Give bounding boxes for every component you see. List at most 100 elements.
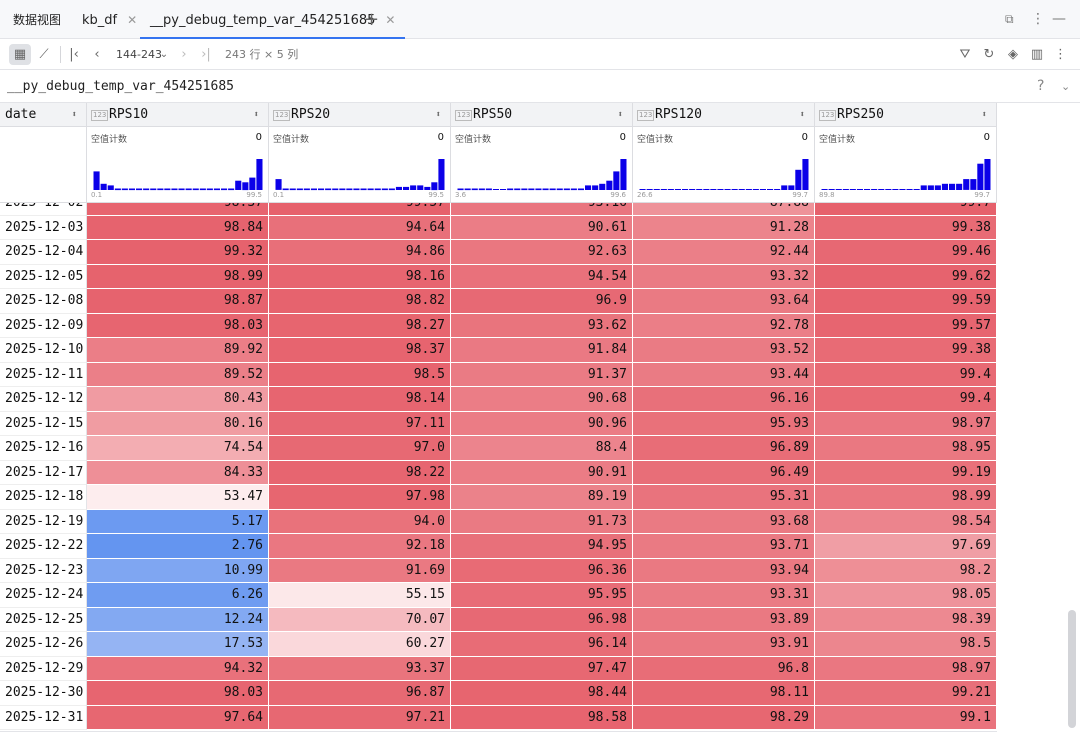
value-cell-rps20[interactable]: 98.16 <box>269 264 451 289</box>
sort-icon[interactable]: ⬍ <box>72 103 77 127</box>
date-cell[interactable]: 2025-12-18 <box>0 485 87 510</box>
value-cell-rps50[interactable]: 90.61 <box>451 215 633 240</box>
value-cell-rps120[interactable]: 93.89 <box>633 607 815 632</box>
value-cell-rps120[interactable]: 95.31 <box>633 485 815 510</box>
value-cell-rps20[interactable]: 98.37 <box>269 338 451 363</box>
value-cell-rps20[interactable]: 70.07 <box>269 607 451 632</box>
value-cell-rps50[interactable]: 91.37 <box>451 362 633 387</box>
value-cell-rps120[interactable]: 93.44 <box>633 362 815 387</box>
value-cell-rps50[interactable]: 90.68 <box>451 387 633 412</box>
value-cell-rps250[interactable]: 98.05 <box>815 583 997 608</box>
value-cell-rps250[interactable]: 98.5 <box>815 632 997 657</box>
value-cell-rps10[interactable]: 94.32 <box>87 656 269 681</box>
sort-icon[interactable]: ⬍ <box>618 103 623 127</box>
close-icon[interactable]: ✕ <box>385 0 395 40</box>
value-cell-rps250[interactable]: 99.4 <box>815 362 997 387</box>
sort-icon[interactable]: ⬍ <box>254 103 259 127</box>
value-cell-rps50[interactable]: 89.19 <box>451 485 633 510</box>
date-cell[interactable]: 2025-12-30 <box>0 681 87 706</box>
date-cell[interactable]: 2025-12-09 <box>0 313 87 338</box>
value-cell-rps20[interactable]: 94.0 <box>269 509 451 534</box>
value-cell-rps250[interactable]: 99.57 <box>815 313 997 338</box>
next-page-icon[interactable]: › <box>177 39 191 70</box>
prev-page-icon[interactable]: ‹ <box>90 39 104 70</box>
vertical-scrollbar[interactable] <box>1068 610 1076 728</box>
value-cell-rps120[interactable]: 93.31 <box>633 583 815 608</box>
value-cell-rps50[interactable]: 94.54 <box>451 264 633 289</box>
value-cell-rps20[interactable]: 55.15 <box>269 583 451 608</box>
value-cell-rps20[interactable]: 97.98 <box>269 485 451 510</box>
value-cell-rps20[interactable]: 98.27 <box>269 313 451 338</box>
value-cell-rps250[interactable]: 98.95 <box>815 436 997 461</box>
value-cell-rps10[interactable]: 84.33 <box>87 460 269 485</box>
date-cell[interactable]: 2025-12-04 <box>0 240 87 265</box>
date-cell[interactable]: 2025-12-29 <box>0 656 87 681</box>
value-cell-rps120[interactable]: 96.89 <box>633 436 815 461</box>
value-cell-rps10[interactable]: 80.16 <box>87 411 269 436</box>
date-cell[interactable]: 2025-12-23 <box>0 558 87 583</box>
value-cell-rps250[interactable]: 99.59 <box>815 289 997 314</box>
value-cell-rps50[interactable]: 97.47 <box>451 656 633 681</box>
column-header-rps20[interactable]: 123 RPS20 ⬍ <box>269 103 451 127</box>
value-cell-rps50[interactable]: 90.96 <box>451 411 633 436</box>
sort-icon[interactable]: ⬍ <box>436 103 441 127</box>
value-cell-rps20[interactable]: 60.27 <box>269 632 451 657</box>
value-cell-rps120[interactable]: 93.94 <box>633 558 815 583</box>
value-cell-rps120[interactable]: 93.68 <box>633 509 815 534</box>
date-cell[interactable]: 2025-12-16 <box>0 436 87 461</box>
value-cell-rps10[interactable]: 98.99 <box>87 264 269 289</box>
value-cell-rps120[interactable]: 93.64 <box>633 289 815 314</box>
value-cell-rps250[interactable]: 98.2 <box>815 558 997 583</box>
column-header-date[interactable]: date ⬍ <box>0 103 87 127</box>
column-header-rps120[interactable]: 123 RPS120 ⬍ <box>633 103 815 127</box>
value-cell-rps120[interactable]: 96.8 <box>633 656 815 681</box>
value-cell-rps250[interactable]: 99.19 <box>815 460 997 485</box>
value-cell-rps10[interactable]: 97.64 <box>87 705 269 730</box>
value-cell-rps10[interactable]: 5.17 <box>87 509 269 534</box>
value-cell-rps120[interactable]: 93.32 <box>633 264 815 289</box>
value-cell-rps250[interactable]: 98.99 <box>815 485 997 510</box>
date-cell[interactable]: 2025-12-19 <box>0 509 87 534</box>
value-cell-rps120[interactable]: 98.11 <box>633 681 815 706</box>
value-cell-rps50[interactable]: 98.44 <box>451 681 633 706</box>
value-cell-rps10[interactable]: 6.26 <box>87 583 269 608</box>
value-cell-rps20[interactable]: 97.11 <box>269 411 451 436</box>
value-cell-rps250[interactable]: 99.46 <box>815 240 997 265</box>
value-cell-rps20[interactable]: 93.37 <box>269 656 451 681</box>
value-cell-rps20[interactable]: 97.21 <box>269 705 451 730</box>
tab-data-view[interactable]: 数据视图 <box>13 0 61 39</box>
sort-icon[interactable]: ⬍ <box>800 103 805 127</box>
value-cell-rps20[interactable]: 94.64 <box>269 215 451 240</box>
value-cell-rps50[interactable]: 88.4 <box>451 436 633 461</box>
help-icon[interactable]: ? <box>1037 70 1044 103</box>
close-icon[interactable]: ✕ <box>127 0 137 40</box>
date-cell[interactable]: 2025-12-22 <box>0 534 87 559</box>
value-cell-rps50[interactable]: 96.36 <box>451 558 633 583</box>
value-cell-rps120[interactable]: 93.52 <box>633 338 815 363</box>
value-cell-rps50[interactable]: 91.73 <box>451 509 633 534</box>
chevron-down-icon[interactable]: ⌄ <box>1061 70 1070 103</box>
value-cell-rps120[interactable]: 92.44 <box>633 240 815 265</box>
value-cell-rps250[interactable]: 99.7 <box>815 203 997 216</box>
value-cell-rps10[interactable]: 53.47 <box>87 485 269 510</box>
filter-icon[interactable]: ⛛ <box>957 39 973 70</box>
value-cell-rps10[interactable]: 17.53 <box>87 632 269 657</box>
value-cell-rps250[interactable]: 99.38 <box>815 215 997 240</box>
more-vertical-icon[interactable]: ⋮ <box>1054 39 1067 70</box>
date-cell[interactable]: 2025-12-31 <box>0 705 87 730</box>
column-header-rps10[interactable]: 123 RPS10 ⬍ <box>87 103 269 127</box>
value-cell-rps20[interactable]: 96.87 <box>269 681 451 706</box>
value-cell-rps120[interactable]: 96.49 <box>633 460 815 485</box>
value-cell-rps120[interactable]: 96.16 <box>633 387 815 412</box>
date-cell[interactable]: 2025-12-03 <box>0 215 87 240</box>
date-cell[interactable]: 2025-12-15 <box>0 411 87 436</box>
value-cell-rps250[interactable]: 99.4 <box>815 387 997 412</box>
value-cell-rps50[interactable]: 90.91 <box>451 460 633 485</box>
chart-view-icon[interactable]: ⟋ <box>35 39 53 70</box>
value-cell-rps250[interactable]: 98.54 <box>815 509 997 534</box>
value-cell-rps20[interactable]: 92.18 <box>269 534 451 559</box>
value-cell-rps10[interactable]: 99.32 <box>87 240 269 265</box>
window-restore-icon[interactable]: ⧉ <box>1005 0 1014 39</box>
date-cell[interactable]: 2025-12-12 <box>0 387 87 412</box>
value-cell-rps250[interactable]: 98.39 <box>815 607 997 632</box>
